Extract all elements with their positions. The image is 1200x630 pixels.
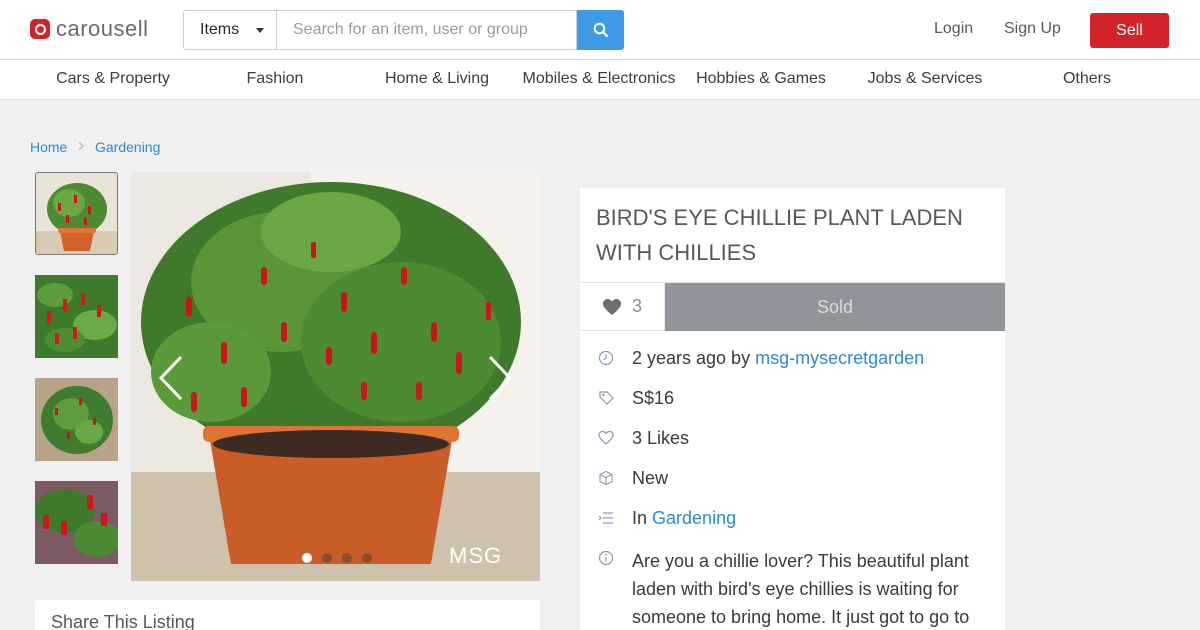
search-icon [593,22,608,38]
slide-dot-1[interactable] [302,553,312,563]
box-icon [599,470,613,486]
chillie-closeup-thumbnail-image [35,275,118,358]
msg-watermark: MSG [449,543,503,568]
listing-card: BIRD'S EYE CHILLIE PLANT LADEN WITH CHIL… [580,188,1005,630]
thumbnail-1[interactable] [35,172,118,255]
main-photo[interactable]: MSG [131,172,540,581]
chillie-branch-thumbnail-image [35,481,118,564]
condition: New [632,468,669,488]
posted-time: 2 years ago by [632,348,751,368]
top-header: carousell Items Login Sign Up Sell [0,0,1200,60]
category-others[interactable]: Others [1006,70,1168,88]
list-icon [598,512,613,524]
thumbnail-4[interactable] [35,481,118,564]
search-type-select[interactable]: Items [183,10,277,50]
category-link[interactable]: Gardening [652,508,736,528]
slide-dot-3[interactable] [342,553,352,563]
info-icon [598,550,614,566]
logo-text: carousell [56,16,149,41]
seller-link[interactable]: msg-mysecretgarden [755,348,924,368]
listing-title: BIRD'S EYE CHILLIE PLANT LADEN WITH CHIL… [596,205,963,265]
slide-indicators [302,553,372,563]
condition-row: New [598,468,998,488]
caret-down-icon [256,27,264,33]
chillie-plant-main-image [131,172,540,581]
search-input[interactable] [277,10,577,50]
thumbnail-2[interactable] [35,275,118,358]
price: S$16 [632,388,675,408]
carousell-logo[interactable]: carousell [30,16,149,42]
slide-dot-4[interactable] [362,553,372,563]
search-button[interactable] [577,10,624,50]
heart-outline-icon [598,430,614,445]
like-count: 3 [631,296,642,316]
previous-arrow-icon[interactable] [157,355,187,401]
category-nav: Cars & Property Fashion Home & Living Mo… [0,60,1200,100]
thumbnail-3[interactable] [35,378,118,461]
sold-status-button: Sold [665,283,1005,331]
price-tag-icon [599,391,614,405]
chillie-plant-thumbnail-image [36,173,117,254]
likes-row: 3 Likes [598,428,998,448]
category-jobs-services[interactable]: Jobs & Services [844,70,1006,88]
like-button[interactable]: 3 [580,283,665,331]
posted-row: 2 years ago by msg-mysecretgarden [598,348,998,368]
search-bar: Items [183,10,624,50]
clock-icon [598,350,614,366]
signup-link[interactable]: Sign Up [1004,20,1061,38]
slide-dot-2[interactable] [322,553,332,563]
breadcrumb-home[interactable]: Home [30,139,67,155]
carousell-logo-icon [30,19,50,39]
chevron-right-icon [78,141,84,151]
sell-button[interactable]: Sell [1090,13,1169,48]
category-cars-property[interactable]: Cars & Property [32,70,194,88]
breadcrumb-gardening[interactable]: Gardening [95,139,160,155]
category-hobbies-games[interactable]: Hobbies & Games [680,70,842,88]
category-home-living[interactable]: Home & Living [356,70,518,88]
login-link[interactable]: Login [934,20,973,38]
category-prefix: In [632,508,648,528]
next-arrow-icon[interactable] [484,355,514,401]
heart-icon [602,298,621,315]
search-type-label: Items [200,21,240,38]
category-fashion[interactable]: Fashion [194,70,356,88]
likes-text: 3 Likes [632,428,690,448]
chillie-top-view-thumbnail-image [35,378,118,461]
listing-description: Are you a chillie lover? This beautiful … [632,551,970,627]
share-title: Share This Listing [51,612,195,630]
category-mobiles-electronics[interactable]: Mobiles & Electronics [518,70,680,88]
price-row: S$16 [598,388,998,408]
category-row: In Gardening [598,508,998,528]
share-panel: Share This Listing [35,600,540,630]
